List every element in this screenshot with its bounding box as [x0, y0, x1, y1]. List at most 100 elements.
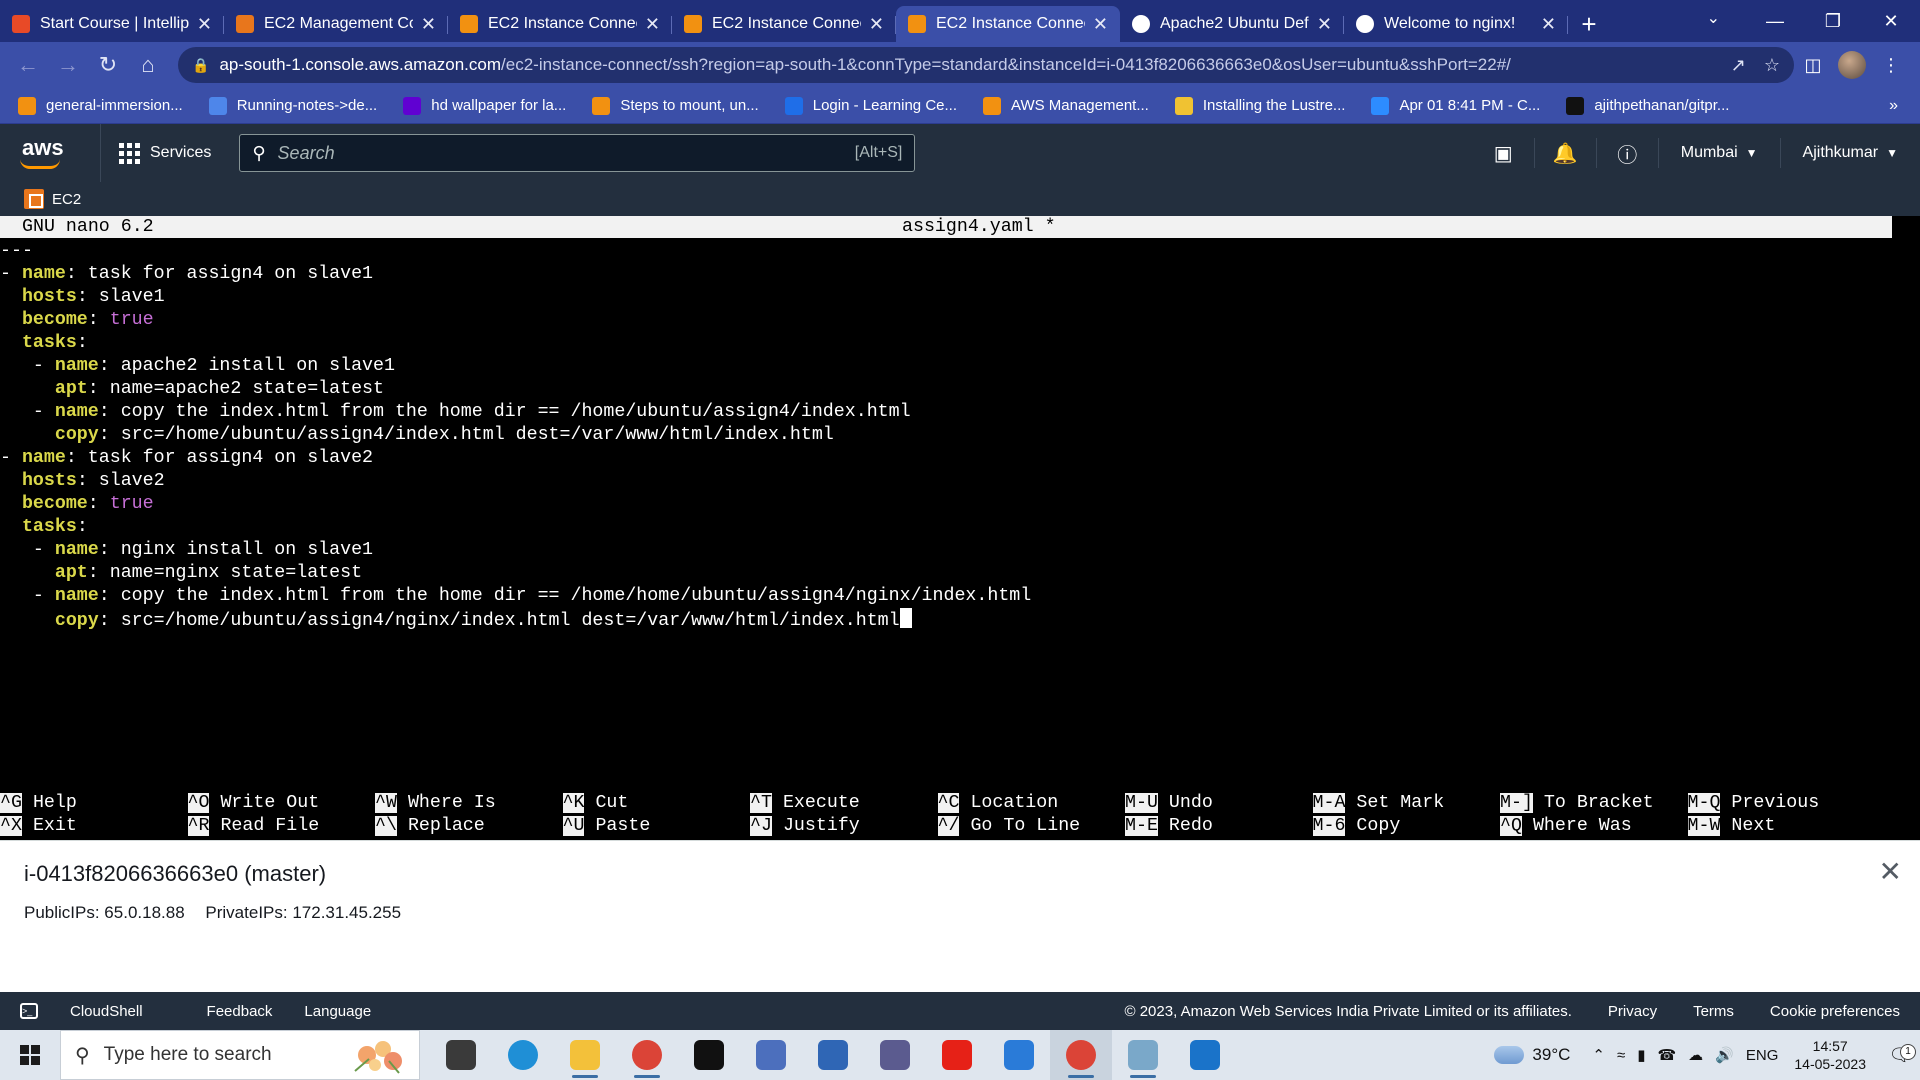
bell-icon[interactable]: 🔔	[1535, 138, 1597, 168]
browser-tab[interactable]: EC2 Instance Connect ✕	[672, 6, 896, 42]
language-link[interactable]: Language	[304, 1003, 371, 1020]
tab-close-icon[interactable]: ✕	[421, 14, 436, 35]
nano-shortcut: M-E Redo	[1125, 816, 1213, 836]
bookmark-item[interactable]: Login - Learning Ce...	[784, 96, 957, 115]
browser-tab[interactable]: Welcome to nginx! ✕	[1344, 6, 1568, 42]
browser-tab[interactable]: EC2 Instance Connect ✕	[896, 6, 1120, 42]
bookmark-item[interactable]: AWS Management...	[983, 96, 1149, 115]
taskbar-app-button[interactable]	[864, 1030, 926, 1080]
bookmark-item[interactable]: hd wallpaper for la...	[403, 96, 566, 115]
bookmark-item[interactable]: general-immersion...	[18, 96, 183, 115]
share-icon[interactable]: ↗	[1731, 55, 1746, 76]
minimize-icon[interactable]: —	[1746, 0, 1804, 42]
show-hidden-icons-chevron-icon[interactable]: ⌃	[1592, 1046, 1605, 1064]
editor-line: - name: task for assign4 on slave1	[0, 264, 374, 284]
aws-cube-icon	[684, 15, 702, 33]
bookmark-item[interactable]: ajithpethanan/gitpr...	[1566, 96, 1729, 115]
app-icon	[880, 1040, 910, 1070]
bookmarks-bar: general-immersion... Running-notes->de...…	[0, 88, 1920, 124]
tab-search-chevron-icon[interactable]: ⌄	[1707, 8, 1720, 28]
terminal[interactable]: GNU nano 6.2 assign4.yaml * --- - name: t…	[0, 216, 1920, 840]
tab-title: EC2 Instance Connect	[712, 15, 861, 32]
terms-link[interactable]: Terms	[1693, 1003, 1734, 1020]
browser-tab[interactable]: EC2 Management Cor ✕	[224, 6, 448, 42]
taskbar-app-button[interactable]	[988, 1030, 1050, 1080]
taskbar-app-button[interactable]	[1174, 1030, 1236, 1080]
cloudshell-icon[interactable]: ▣	[1473, 138, 1535, 168]
taskbar-app-button[interactable]	[554, 1030, 616, 1080]
bookmark-item[interactable]: Installing the Lustre...	[1174, 96, 1345, 115]
bookmark-item[interactable]: Steps to mount, un...	[592, 96, 759, 115]
bookmarks-overflow-icon[interactable]: »	[1889, 97, 1898, 115]
tab-close-icon[interactable]: ✕	[869, 14, 884, 35]
bookmark-favicon-icon	[983, 96, 1001, 115]
region-selector[interactable]: Mumbai ▼	[1659, 138, 1781, 168]
kebab-menu-icon[interactable]: ⋮	[1872, 55, 1910, 76]
browser-tab-strip: Start Course | Intellipa ✕ EC2 Management …	[0, 0, 1920, 42]
help-icon[interactable]: ⓘ	[1597, 138, 1659, 168]
forward-arrow-icon[interactable]: →	[50, 47, 86, 83]
cookie-preferences-link[interactable]: Cookie preferences	[1770, 1003, 1900, 1020]
aws-search-input[interactable]: ⚲ Search [Alt+S]	[239, 134, 916, 172]
taskbar-app-button[interactable]	[1112, 1030, 1174, 1080]
feedback-link[interactable]: Feedback	[207, 1003, 273, 1020]
privacy-link[interactable]: Privacy	[1608, 1003, 1657, 1020]
url-text[interactable]: ap-south-1.console.aws.amazon.com/ec2-in…	[219, 55, 1712, 75]
restore-icon[interactable]: ❐	[1804, 0, 1862, 42]
cloudshell-button[interactable]: >_ CloudShell	[20, 1003, 175, 1020]
home-icon[interactable]: ⌂	[130, 47, 166, 83]
lock-icon[interactable]: 🔒	[192, 57, 209, 74]
tab-close-icon[interactable]: ✕	[1541, 14, 1556, 35]
bookmark-favicon-icon	[784, 96, 803, 115]
clock[interactable]: 14:57 14-05-2023	[1794, 1037, 1866, 1073]
taskbar-app-button[interactable]	[616, 1030, 678, 1080]
close-panel-icon[interactable]: ✕	[1879, 855, 1902, 888]
editor-line: - name: copy the index.html from the hom…	[0, 586, 1032, 606]
new-tab-button[interactable]: +	[1568, 6, 1610, 42]
editor-content[interactable]: --- - name: task for assign4 on slave1 ho…	[0, 240, 1031, 631]
taskbar-app-button[interactable]	[802, 1030, 864, 1080]
battery-icon[interactable]: ▮	[1637, 1046, 1645, 1064]
notification-center-icon[interactable]: 🗨1	[1880, 1043, 1920, 1066]
nano-shortcut: ^\ Replace	[375, 816, 485, 836]
taskbar-app-button[interactable]	[678, 1030, 740, 1080]
browser-tab[interactable]: EC2 Instance Connect ✕	[448, 6, 672, 42]
sidebar-toggle-icon[interactable]: ◫	[1794, 55, 1832, 76]
taskbar-app-button[interactable]	[1050, 1030, 1112, 1080]
tab-close-icon[interactable]: ✕	[645, 14, 660, 35]
taskbar-app-button[interactable]	[492, 1030, 554, 1080]
taskbar-app-button[interactable]	[740, 1030, 802, 1080]
nano-shortcut: ^X Exit	[0, 816, 77, 836]
tab-close-icon[interactable]: ✕	[197, 14, 212, 35]
bookmark-item[interactable]: Running-notes->de...	[208, 96, 377, 115]
wifi-icon[interactable]: ≈	[1617, 1047, 1625, 1064]
network-icon[interactable]: ☁	[1688, 1046, 1703, 1064]
taskbar-app-button[interactable]	[926, 1030, 988, 1080]
taskbar-search-input[interactable]: ⚲ Type here to search	[60, 1030, 420, 1080]
tab-close-icon[interactable]: ✕	[1317, 14, 1332, 35]
close-window-icon[interactable]: ✕	[1862, 0, 1920, 42]
netflix-icon	[694, 1040, 724, 1070]
ec2-service-link[interactable]: EC2	[52, 191, 81, 208]
input-language[interactable]: ENG	[1746, 1047, 1779, 1064]
bookmark-item[interactable]: Apr 01 8:41 PM - C...	[1371, 96, 1540, 115]
aws-logo[interactable]: aws	[18, 133, 84, 173]
omnibox[interactable]: 🔒 ap-south-1.console.aws.amazon.com/ec2-…	[178, 47, 1794, 83]
browser-tab[interactable]: Apache2 Ubuntu Def ✕	[1120, 6, 1344, 42]
bookmark-star-icon[interactable]: ☆	[1764, 55, 1780, 76]
nano-shortcut: M-U Undo	[1125, 793, 1213, 813]
back-arrow-icon[interactable]: ←	[10, 47, 46, 83]
bookmark-favicon-icon	[1566, 96, 1585, 115]
volume-icon[interactable]: 🔊	[1715, 1046, 1734, 1064]
task-view-icon	[446, 1040, 476, 1070]
tab-close-icon[interactable]: ✕	[1093, 14, 1108, 35]
weather-widget[interactable]: 39°C	[1490, 1040, 1570, 1065]
browser-tab[interactable]: Start Course | Intellipa ✕	[0, 6, 224, 42]
meet-now-icon[interactable]: ☎	[1657, 1046, 1676, 1064]
start-button[interactable]	[0, 1030, 60, 1080]
reload-icon[interactable]: ↻	[90, 47, 126, 83]
profile-avatar[interactable]	[1838, 51, 1866, 79]
services-menu-button[interactable]: Services	[100, 124, 219, 182]
account-menu[interactable]: Ajithkumar ▼	[1781, 138, 1920, 168]
taskbar-app-button[interactable]	[430, 1030, 492, 1080]
